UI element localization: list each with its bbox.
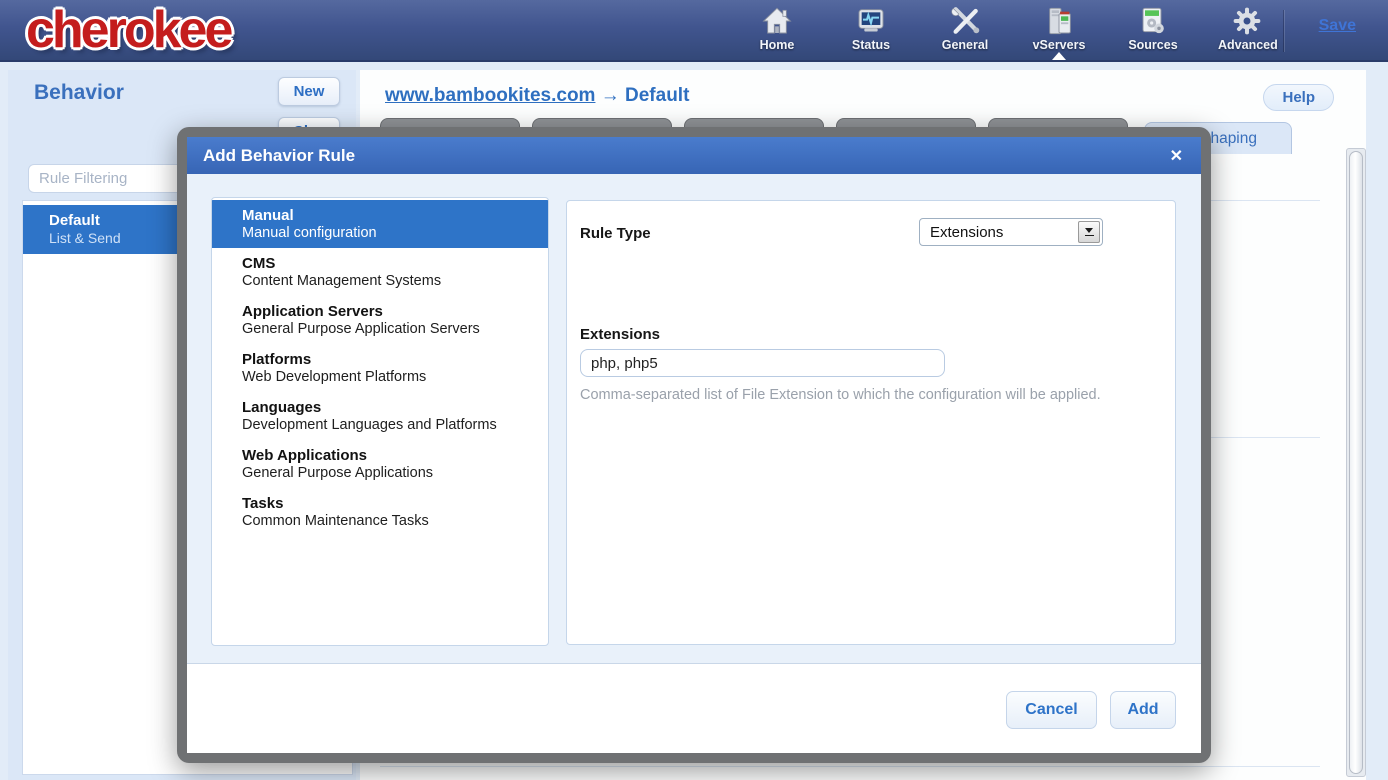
help-button[interactable]: Help xyxy=(1263,84,1334,111)
scrollbar-thumb[interactable] xyxy=(1349,151,1363,774)
chevron-down-icon xyxy=(1085,228,1093,233)
dialog-footer: Cancel Add xyxy=(187,664,1201,753)
breadcrumb: www.bambookites.com → Default xyxy=(385,85,689,107)
dropdown-underline xyxy=(1085,235,1094,237)
dialog-inner: Add Behavior Rule ✕ Manual Manual config… xyxy=(187,137,1201,753)
rule-type-label: Rule Type xyxy=(580,225,651,242)
status-icon xyxy=(854,5,888,37)
nav-divider xyxy=(1283,10,1284,52)
nav-item-vservers[interactable]: vServers xyxy=(1030,5,1088,52)
home-icon xyxy=(760,5,794,37)
breadcrumb-site-link[interactable]: www.bambookites.com xyxy=(385,85,595,106)
category-web-applications[interactable]: Web Applications General Purpose Applica… xyxy=(212,440,548,488)
dialog-body: Manual Manual configuration CMS Content … xyxy=(187,174,1201,664)
top-navigation: cherokee Home Status xyxy=(0,0,1388,62)
sources-icon xyxy=(1136,5,1170,37)
sidebar-title: Behavior xyxy=(34,81,124,105)
category-cms[interactable]: CMS Content Management Systems xyxy=(212,248,548,296)
close-icon[interactable]: ✕ xyxy=(1170,146,1183,166)
category-application-servers[interactable]: Application Servers General Purpose Appl… xyxy=(212,296,548,344)
nav-item-advanced[interactable]: Advanced xyxy=(1218,5,1276,52)
category-manual[interactable]: Manual Manual configuration xyxy=(212,200,548,248)
extensions-help-text: Comma-separated list of File Extension t… xyxy=(580,387,1160,403)
nav-items: Home Status General xyxy=(748,5,1276,52)
dropdown-button[interactable] xyxy=(1078,221,1100,243)
cherokee-logo: cherokee xyxy=(26,0,230,60)
extensions-input[interactable] xyxy=(580,349,945,377)
add-button[interactable]: Add xyxy=(1110,691,1176,729)
nav-item-status[interactable]: Status xyxy=(842,5,900,52)
dialog-titlebar: Add Behavior Rule ✕ xyxy=(187,137,1201,174)
rule-type-selected-value: Extensions xyxy=(920,224,1078,241)
category-languages[interactable]: Languages Development Languages and Plat… xyxy=(212,392,548,440)
nav-item-sources[interactable]: Sources xyxy=(1124,5,1182,52)
rule-form-panel: Rule Type Extensions Extensions Comma-se… xyxy=(566,200,1176,645)
tools-icon xyxy=(948,5,982,37)
nav-item-home[interactable]: Home xyxy=(748,5,806,52)
selected-tab-indicator xyxy=(1052,52,1066,60)
dialog-title: Add Behavior Rule xyxy=(203,146,1170,166)
rule-type-select[interactable]: Extensions xyxy=(919,218,1103,246)
extensions-label: Extensions xyxy=(580,326,660,343)
save-button[interactable]: Save xyxy=(1319,17,1356,35)
cancel-button[interactable]: Cancel xyxy=(1006,691,1097,729)
gear-icon xyxy=(1230,5,1264,37)
category-platforms[interactable]: Platforms Web Development Platforms xyxy=(212,344,548,392)
breadcrumb-page: Default xyxy=(625,85,689,106)
breadcrumb-arrow: → xyxy=(601,85,620,106)
rule-category-list: Manual Manual configuration CMS Content … xyxy=(211,197,549,646)
new-rule-button[interactable]: New xyxy=(278,77,340,106)
servers-icon xyxy=(1042,5,1076,37)
add-behavior-rule-dialog: Add Behavior Rule ✕ Manual Manual config… xyxy=(177,127,1211,763)
vertical-scrollbar[interactable] xyxy=(1346,148,1366,777)
category-tasks[interactable]: Tasks Common Maintenance Tasks xyxy=(212,488,548,536)
content-divider xyxy=(380,766,1320,767)
nav-item-general[interactable]: General xyxy=(936,5,994,52)
